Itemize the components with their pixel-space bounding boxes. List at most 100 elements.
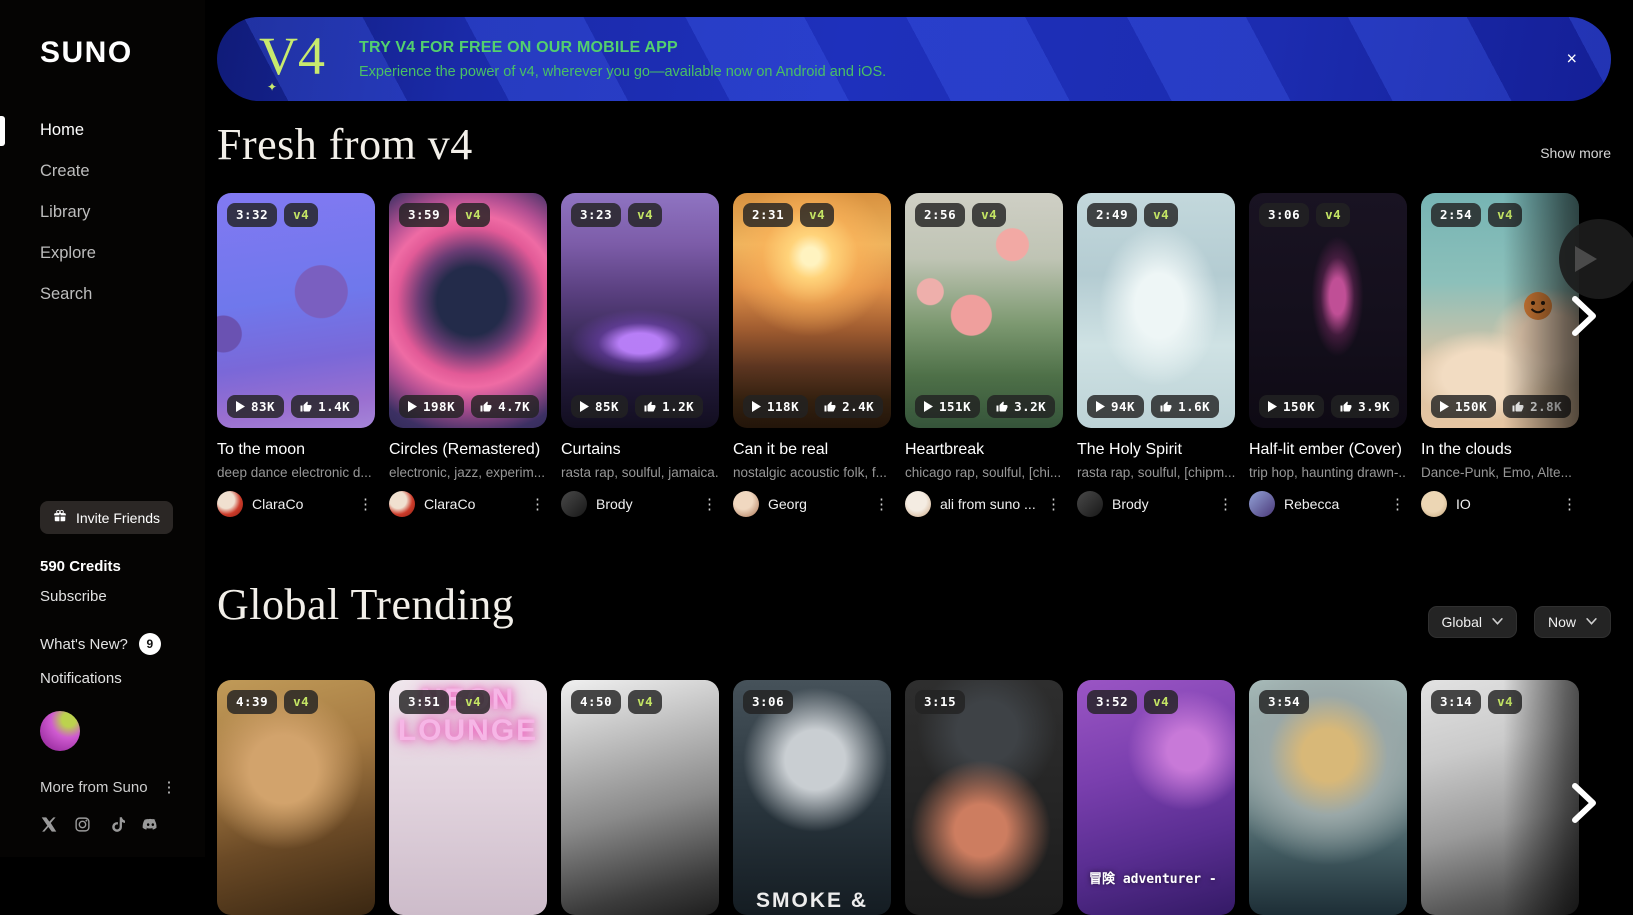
- artist-name[interactable]: ali from suno ...: [940, 496, 1035, 512]
- notifications-link[interactable]: Notifications: [40, 670, 122, 687]
- instagram-icon[interactable]: [74, 816, 91, 833]
- show-more-link[interactable]: Show more: [1540, 145, 1611, 169]
- song-card[interactable]: NEON LOUNGE 3:51v4: [389, 680, 547, 915]
- sidebar-item-search[interactable]: Search: [40, 282, 205, 307]
- more-options-icon[interactable]: ⋮: [1216, 497, 1235, 512]
- song-card[interactable]: 4:39v4: [217, 680, 375, 915]
- more-options-icon[interactable]: ⋮: [528, 497, 547, 512]
- artist-name[interactable]: Georg: [768, 496, 863, 512]
- sidebar-item-home[interactable]: Home: [40, 118, 205, 143]
- song-card[interactable]: 3:59v4 198K 4.7K Circles (Remastered) el…: [389, 193, 547, 517]
- song-cover[interactable]: SMOKE & 3:06: [733, 680, 891, 915]
- song-card[interactable]: 冒険 adventurer - 3:52v4: [1077, 680, 1235, 915]
- song-cover[interactable]: 4:50v4: [561, 680, 719, 915]
- v4-badge: v4: [628, 203, 662, 227]
- v4-logo-text: V4: [259, 26, 325, 86]
- artist-name[interactable]: IO: [1456, 496, 1551, 512]
- song-title[interactable]: Curtains: [561, 441, 719, 459]
- artist-avatar[interactable]: [217, 491, 243, 517]
- song-cover[interactable]: 3:32v4 83K 1.4K: [217, 193, 375, 428]
- song-card[interactable]: 3:54: [1249, 680, 1407, 915]
- song-cover[interactable]: 2:49v4 94K 1.6K: [1077, 193, 1235, 428]
- song-title[interactable]: Can it be real: [733, 441, 891, 459]
- like-count: 2.4K: [842, 400, 874, 414]
- song-title[interactable]: Heartbreak: [905, 441, 1063, 459]
- artist-avatar[interactable]: [1421, 491, 1447, 517]
- credits-label[interactable]: 590 Credits: [40, 558, 121, 575]
- tiktok-icon[interactable]: [108, 816, 125, 833]
- more-options-icon[interactable]: ⋮: [1560, 497, 1579, 512]
- song-cover[interactable]: 3:06v4 150K 3.9K: [1249, 193, 1407, 428]
- v4-promo-banner[interactable]: V4✦ TRY V4 FOR FREE ON OUR MOBILE APP Ex…: [217, 17, 1611, 101]
- song-card[interactable]: 2:56v4 151K 3.2K Heartbreak chicago rap,…: [905, 193, 1063, 517]
- suno-logo[interactable]: SUNO: [40, 36, 205, 70]
- song-card[interactable]: 2:54v4 150K 2.8K In the clouds Dance-Pun…: [1421, 193, 1579, 517]
- song-cover[interactable]: 3:14v4: [1421, 680, 1579, 915]
- row-play-button[interactable]: [1559, 219, 1633, 299]
- artist-avatar[interactable]: [905, 491, 931, 517]
- sidebar-nav: Home Create Library Explore Search: [40, 118, 205, 307]
- song-card[interactable]: 3:14v4: [1421, 680, 1579, 915]
- play-icon: [408, 401, 417, 412]
- whats-new-link[interactable]: What's New? 9: [40, 633, 161, 655]
- artist-avatar[interactable]: [389, 491, 415, 517]
- time-filter-dropdown[interactable]: Now: [1534, 606, 1611, 638]
- artist-avatar[interactable]: [1077, 491, 1103, 517]
- more-options-icon[interactable]: ⋮: [1044, 497, 1063, 512]
- song-title[interactable]: Circles (Remastered): [389, 441, 547, 459]
- scroll-next-button[interactable]: [1563, 776, 1605, 830]
- play-count-badge: 150K: [1431, 395, 1496, 419]
- artist-name[interactable]: Brody: [1112, 496, 1207, 512]
- scroll-next-button[interactable]: [1563, 289, 1605, 343]
- sidebar-item-explore[interactable]: Explore: [40, 241, 205, 266]
- artist-name[interactable]: Brody: [596, 496, 691, 512]
- more-options-icon[interactable]: ⋮: [1388, 497, 1407, 512]
- more-options-icon[interactable]: ⋮: [356, 497, 375, 512]
- sidebar-item-library[interactable]: Library: [40, 200, 205, 225]
- more-options-icon[interactable]: ⋮: [872, 497, 891, 512]
- song-cover[interactable]: NEON LOUNGE 3:51v4: [389, 680, 547, 915]
- song-cover[interactable]: 4:39v4: [217, 680, 375, 915]
- artist-name[interactable]: Rebecca: [1284, 496, 1379, 512]
- artist-name[interactable]: ClaraCo: [424, 496, 519, 512]
- song-title[interactable]: In the clouds: [1421, 441, 1579, 459]
- artist-avatar[interactable]: [1249, 491, 1275, 517]
- song-card[interactable]: 3:32v4 83K 1.4K To the moon deep dance e…: [217, 193, 375, 517]
- close-icon[interactable]: ×: [1566, 49, 1577, 70]
- artist-avatar[interactable]: [733, 491, 759, 517]
- discord-icon[interactable]: [142, 816, 159, 833]
- more-from-suno[interactable]: More from Suno ⋮: [40, 779, 179, 796]
- invite-friends-button[interactable]: Invite Friends: [40, 501, 173, 534]
- song-card[interactable]: 2:31v4 118K 2.4K Can it be real nostalgi…: [733, 193, 891, 517]
- x-twitter-icon[interactable]: [40, 816, 57, 833]
- artist-avatar[interactable]: [561, 491, 587, 517]
- more-options-icon[interactable]: ⋮: [160, 780, 179, 795]
- song-cover[interactable]: 2:56v4 151K 3.2K: [905, 193, 1063, 428]
- song-cover[interactable]: 2:31v4 118K 2.4K: [733, 193, 891, 428]
- page-title: Fresh from v4: [217, 121, 473, 169]
- song-cover[interactable]: 3:23v4 85K 1.2K: [561, 193, 719, 428]
- song-title[interactable]: Half-lit ember (Cover): [1249, 441, 1407, 459]
- song-card[interactable]: SMOKE & 3:06: [733, 680, 891, 915]
- region-filter-dropdown[interactable]: Global: [1428, 606, 1517, 638]
- whats-new-label: What's New?: [40, 636, 128, 653]
- song-title[interactable]: The Holy Spirit: [1077, 441, 1235, 459]
- sidebar-item-create[interactable]: Create: [40, 159, 205, 184]
- song-card[interactable]: 3:06v4 150K 3.9K Half-lit ember (Cover) …: [1249, 193, 1407, 517]
- duration-badge: 3:59: [399, 203, 449, 227]
- song-card[interactable]: 4:50v4: [561, 680, 719, 915]
- subscribe-link[interactable]: Subscribe: [40, 588, 107, 605]
- artist-name[interactable]: ClaraCo: [252, 496, 347, 512]
- song-card[interactable]: 3:15: [905, 680, 1063, 915]
- song-cover[interactable]: 2:54v4 150K 2.8K: [1421, 193, 1579, 428]
- user-avatar[interactable]: [40, 711, 80, 751]
- song-title[interactable]: To the moon: [217, 441, 375, 459]
- song-cover[interactable]: 冒険 adventurer - 3:52v4: [1077, 680, 1235, 915]
- song-card[interactable]: 3:23v4 85K 1.2K Curtains rasta rap, soul…: [561, 193, 719, 517]
- v4-logo: V4✦: [259, 32, 331, 87]
- song-card[interactable]: 2:49v4 94K 1.6K The Holy Spirit rasta ra…: [1077, 193, 1235, 517]
- song-cover[interactable]: 3:54: [1249, 680, 1407, 915]
- more-options-icon[interactable]: ⋮: [700, 497, 719, 512]
- song-cover[interactable]: 3:15: [905, 680, 1063, 915]
- song-cover[interactable]: 3:59v4 198K 4.7K: [389, 193, 547, 428]
